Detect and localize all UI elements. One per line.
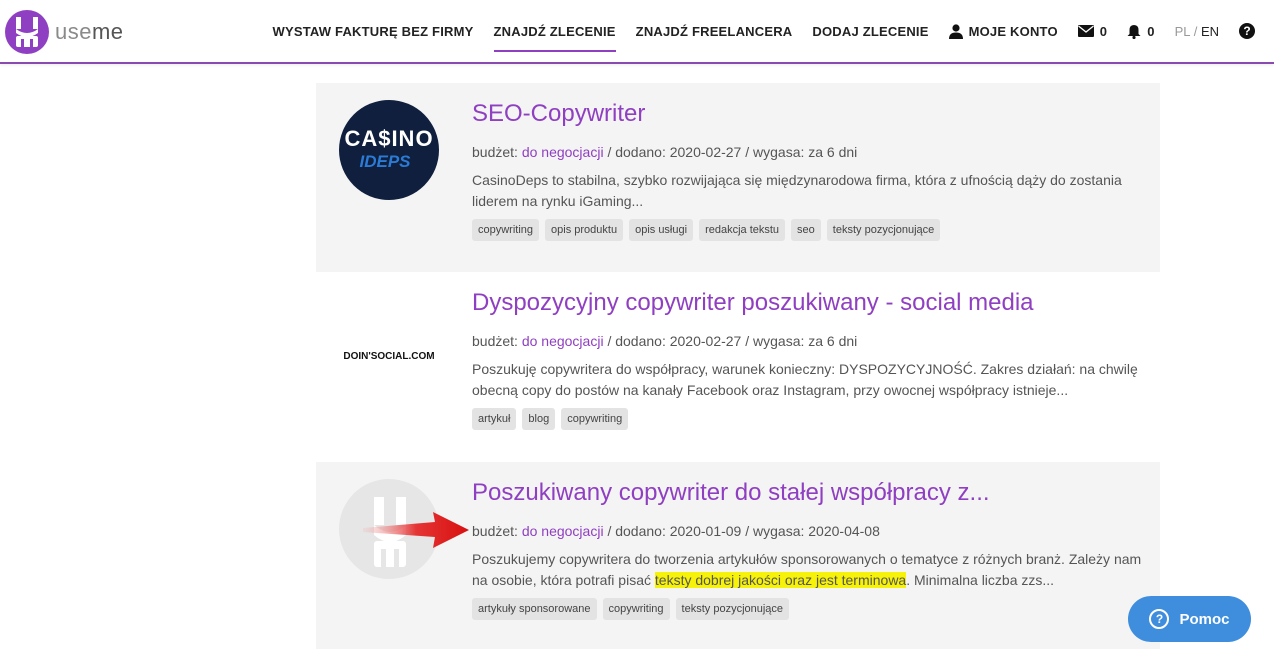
listing-dates: / dodano: 2020-02-27 / wygasa: za 6 dni [607,333,858,349]
description-text-end: . Minimalna liczba zzs... [906,572,1055,588]
budget-label: budżet: [472,333,518,349]
budget-value-link[interactable]: do negocjacji [522,523,604,539]
nav-add-job[interactable]: DODAJ ZLECENIE [812,0,928,62]
lang-separator: / [1193,23,1198,39]
lang-pl[interactable]: PL [1175,24,1190,39]
budget-label: budżet: [472,144,518,160]
tag[interactable]: redakcja tekstu [699,219,786,241]
bell-icon [1127,24,1141,39]
nav-invoice[interactable]: WYSTAW FAKTURĘ BEZ FIRMY [273,0,474,62]
nav-my-account-label: MOJE KONTO [968,23,1058,39]
listing-title[interactable]: SEO-Copywriter [472,100,645,128]
tag[interactable]: teksty pozycjonujące [675,598,790,620]
listing-dates: / dodano: 2020-01-09 / wygasa: 2020-04-0… [607,523,880,539]
tag[interactable]: artykuł [472,408,517,430]
listing-meta: budżet: do negocjacji / dodano: 2020-02-… [472,333,857,349]
listing-description: Poszukujemy copywritera do tworzenia art… [472,549,1152,591]
nav-messages[interactable]: 0 [1077,0,1108,62]
tag[interactable]: blog [522,408,556,430]
budget-value-link[interactable]: do negocjacji [522,144,604,160]
budget-label: budżet: [472,523,518,539]
red-arrow-icon [363,510,471,555]
tag[interactable]: copywriting [602,598,670,620]
highlighted-text: teksty dobrej jakości oraz jest terminow… [654,572,907,588]
casinodeps-logo-text-bottom: IDEPS [359,152,411,171]
tag[interactable]: teksty pozycjonujące [826,219,941,241]
listing-tags: copywriting opis produktu opis usługi re… [472,219,946,241]
nav-notifications[interactable]: 0 [1127,0,1154,62]
messages-count: 0 [1099,23,1108,39]
envelope-icon [1077,25,1094,37]
listing-title[interactable]: Dyspozycyjny copywriter poszukiwany - so… [472,289,1034,317]
job-listing: DOIN'SOCIAL.COM Dyspozycyjny copywriter … [316,272,1160,461]
user-icon [948,23,963,39]
listing-tags: artykuł blog copywriting [472,408,634,430]
top-header: useme WYSTAW FAKTURĘ BEZ FIRMY ZNAJDŹ ZL… [0,0,1274,64]
tag[interactable]: opis usługi [629,219,694,241]
tag[interactable]: copywriting [561,408,629,430]
logo-mark-icon [5,10,49,54]
casinodeps-logo-text-top: CA$INO [344,126,434,151]
nav-find-job[interactable]: ZNAJDŹ ZLECENIE [493,0,616,62]
help-question-icon[interactable]: ? [1239,23,1255,39]
tag[interactable]: seo [791,219,821,241]
logo-text: useme [55,19,124,44]
listing-meta: budżet: do negocjacji / dodano: 2020-01-… [472,523,880,539]
help-button-label: Pomoc [1179,610,1230,628]
budget-value-link[interactable]: do negocjacji [522,333,604,349]
tag[interactable]: opis produktu [545,219,624,241]
tag[interactable]: copywriting [472,219,540,241]
useme-logo[interactable]: useme [5,10,124,54]
nav-find-freelancer[interactable]: ZNAJDŹ FREELANCERA [636,0,793,62]
casinodeps-logo[interactable]: CA$INO IDEPS [339,100,439,200]
job-listing: CA$INO IDEPS SEO-Copywriter budżet: do n… [316,83,1160,272]
listing-description: CasinoDeps to stabilna, szybko rozwijają… [472,172,1122,209]
listing-meta: budżet: do negocjacji / dodano: 2020-02-… [472,144,857,160]
job-listing: Poszukiwany copywriter do stałej współpr… [316,462,1160,649]
listing-description: Poszukuję copywritera do współpracy, war… [472,361,1138,398]
doinsocial-logo[interactable]: DOIN'SOCIAL.COM [339,289,439,389]
language-switcher: PL / EN [1175,24,1219,39]
listing-dates: / dodano: 2020-02-27 / wygasa: za 6 dni [607,144,858,160]
listing-tags: artykuły sponsorowane copywriting teksty… [472,598,795,620]
listing-title[interactable]: Poszukiwany copywriter do stałej współpr… [472,479,990,507]
lang-en[interactable]: EN [1201,24,1219,39]
notifications-count: 0 [1147,23,1155,39]
question-circle-icon: ? [1149,609,1170,629]
doinsocial-logo-text: DOIN'SOCIAL.COM [343,351,435,362]
main-nav: WYSTAW FAKTURĘ BEZ FIRMY ZNAJDŹ ZLECENIE… [273,0,1274,62]
nav-my-account[interactable]: MOJE KONTO [948,0,1058,62]
tag[interactable]: artykuły sponsorowane [472,598,597,620]
help-button[interactable]: ? Pomoc [1128,596,1251,642]
